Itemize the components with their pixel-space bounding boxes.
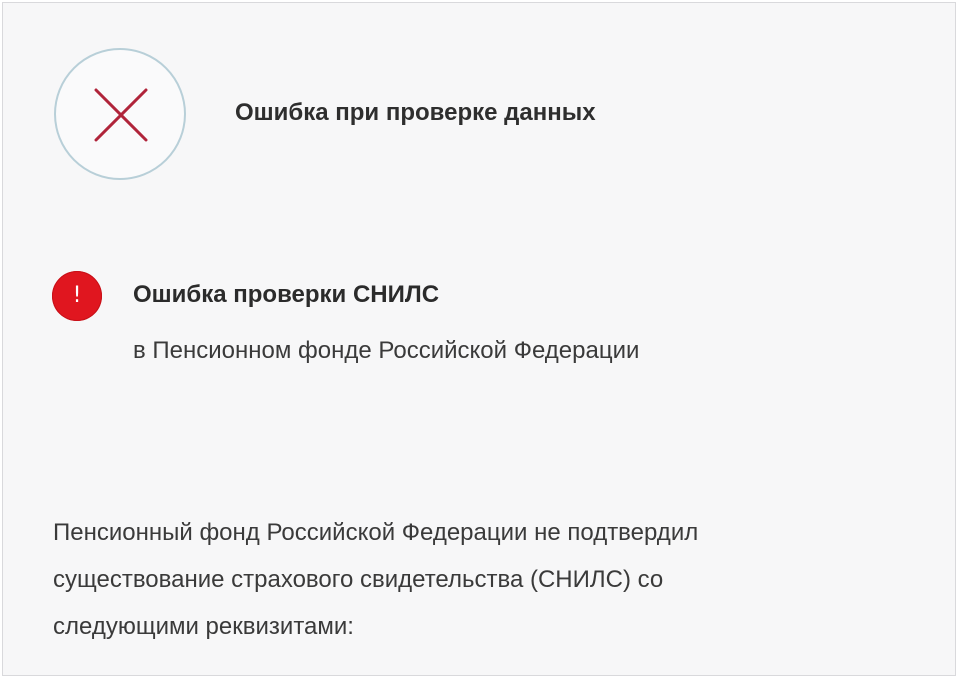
close-x-icon	[94, 88, 148, 142]
exclamation-glyph: !	[72, 283, 82, 308]
alert-subtitle: в Пенсионном фонде Российской Федерации	[133, 337, 640, 364]
error-dialog: Ошибка при проверке данных ! Ошибка пров…	[2, 2, 956, 676]
exclamation-icon: !	[52, 271, 102, 321]
message-line: существование страхового свидетельства (…	[53, 566, 664, 593]
message-line: Пенсионный фонд Российской Федерации не …	[53, 519, 699, 546]
message-line: следующими реквизитами:	[53, 613, 354, 640]
page-title: Ошибка при проверке данных	[235, 99, 596, 126]
error-message: Пенсионный фонд Российской Федерации не …	[53, 509, 913, 650]
status-circle	[54, 48, 186, 180]
alert-title: Ошибка проверки СНИЛС	[133, 281, 440, 308]
